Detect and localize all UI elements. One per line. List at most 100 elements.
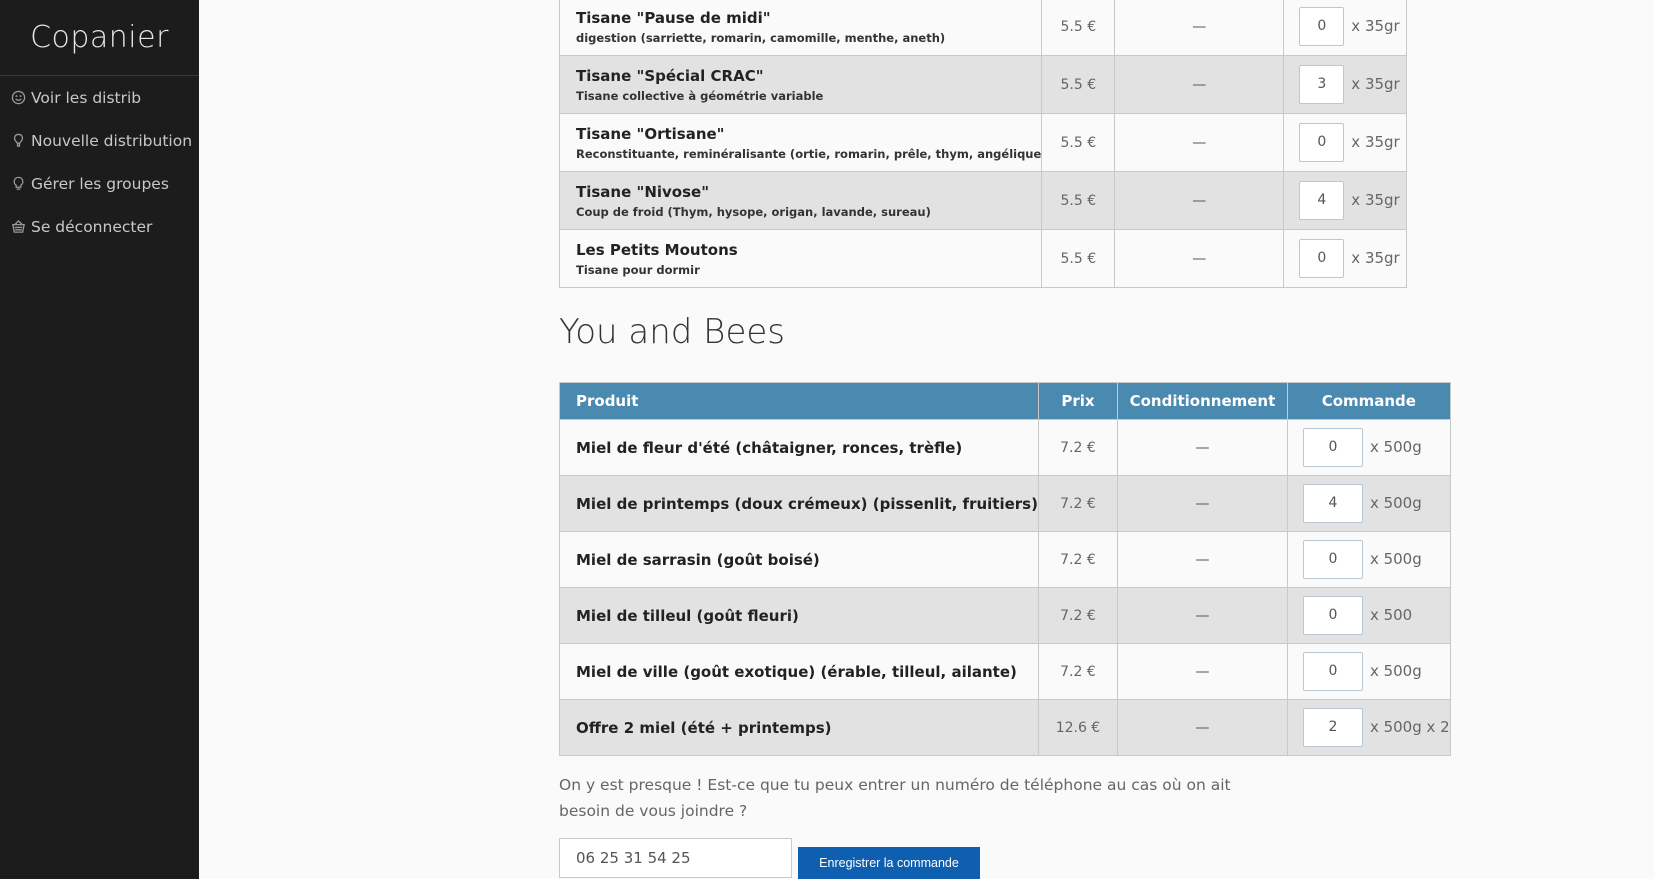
table-row: Tisane "Nivose" Coup de froid (Thym, hys… (558, 171, 1408, 230)
product-packaging: — (1114, 171, 1285, 230)
product-name: Tisane "Spécial CRAC" (576, 66, 764, 85)
column-header-product: Produit (559, 382, 1039, 420)
unit-label: x 500g x 2 (1369, 718, 1450, 736)
product-name: Miel de printemps (doux crémeux) (pissen… (576, 494, 1038, 513)
product-name-cell: Miel de sarrasin (goût boisé) (559, 531, 1039, 588)
quantity-input[interactable]: 0 (1302, 652, 1363, 691)
quantity-input[interactable]: 4 (1299, 181, 1345, 220)
table-row: Les Petits Moutons Tisane pour dormir 5.… (558, 229, 1408, 288)
unit-label: x 35gr (1351, 191, 1400, 209)
product-name-cell: Miel de tilleul (goût fleuri) (559, 587, 1039, 644)
sidebar-item-gerer-groupes[interactable]: Gérer les groupes (0, 162, 199, 205)
product-packaging: — (1116, 643, 1288, 700)
product-name-cell: Tisane "Nivose" Coup de froid (Thym, hys… (558, 171, 1043, 230)
sidebar: Copanier Voir les distrib Nouvelle distr… (0, 0, 199, 879)
unit-label: x 500g (1369, 662, 1422, 680)
product-name: Miel de fleur d'été (châtaigner, ronces,… (576, 438, 963, 457)
quantity-input[interactable]: 3 (1299, 65, 1345, 104)
product-description: Tisane pour dormir (576, 262, 700, 277)
product-name: Miel de ville (goût exotique) (érable, t… (576, 662, 1017, 681)
product-packaging: — (1114, 0, 1285, 56)
product-price: 5.5 € (1041, 113, 1116, 172)
product-packaging: — (1114, 229, 1285, 288)
sidebar-item-nouvelle-distribution[interactable]: Nouvelle distribution (0, 119, 199, 162)
product-price: 5.5 € (1041, 55, 1116, 114)
product-packaging: — (1114, 55, 1285, 114)
table-header-row: Produit Prix Conditionnement Commande (559, 382, 1451, 420)
product-name-cell: Tisane "Ortisane" Reconstituante, reminé… (558, 113, 1043, 172)
quantity-input[interactable]: 0 (1299, 239, 1345, 278)
table-row: Miel de ville (goût exotique) (érable, t… (559, 643, 1451, 700)
product-name-cell: Tisane "Spécial CRAC" Tisane collective … (558, 55, 1043, 114)
product-packaging: — (1116, 419, 1288, 476)
table-row: Tisane "Spécial CRAC" Tisane collective … (558, 55, 1408, 114)
product-packaging: — (1116, 531, 1288, 588)
balloon-icon (9, 132, 27, 150)
order-cell: 0 x 35gr (1283, 113, 1408, 172)
column-header-price: Prix (1037, 382, 1118, 420)
unit-label: x 35gr (1351, 17, 1400, 35)
submit-order-button[interactable]: Enregistrer la commande (798, 847, 980, 879)
product-name-cell: Tisane "Pause de midi" digestion (sarrie… (558, 0, 1043, 56)
quantity-input[interactable]: 0 (1302, 428, 1363, 467)
product-name: Tisane "Ortisane" (576, 124, 725, 143)
column-header-packaging: Conditionnement (1116, 382, 1288, 420)
quantity-input[interactable]: 0 (1302, 596, 1363, 635)
order-cell: 2 x 500g x 2 (1286, 699, 1451, 756)
product-price: 7.2 € (1037, 587, 1118, 644)
product-name: Tisane "Pause de midi" (576, 8, 771, 27)
product-description: Coup de froid (Thym, hysope, origan, lav… (576, 204, 931, 219)
product-name-cell: Miel de fleur d'été (châtaigner, ronces,… (559, 419, 1039, 476)
unit-label: x 500g (1369, 438, 1422, 456)
supplier-title: You and Bees (559, 312, 785, 352)
table-row: Miel de printemps (doux crémeux) (pissen… (559, 475, 1451, 532)
column-header-order: Commande (1286, 382, 1451, 420)
sidebar-item-label: Nouvelle distribution (31, 131, 193, 150)
quantity-input[interactable]: 4 (1302, 484, 1363, 523)
unit-label: x 35gr (1351, 75, 1400, 93)
product-table-tisanes: Tisane "Pause de midi" digestion (sarrie… (558, 0, 1408, 288)
table-row: Miel de fleur d'été (châtaigner, ronces,… (559, 419, 1451, 476)
unit-label: x 500g (1369, 550, 1422, 568)
product-description: digestion (sarriette, romarin, camomille… (576, 30, 946, 45)
order-cell: 4 x 500g (1286, 475, 1451, 532)
product-name-cell: Offre 2 miel (été + printemps) (559, 699, 1039, 756)
order-cell: 0 x 500g (1286, 531, 1451, 588)
order-cell: 0 x 35gr (1283, 0, 1408, 56)
basket-icon (9, 218, 27, 236)
product-price: 5.5 € (1041, 0, 1116, 56)
product-name-cell: Les Petits Moutons Tisane pour dormir (558, 229, 1043, 288)
quantity-input[interactable]: 2 (1302, 708, 1363, 747)
phone-input[interactable]: 06 25 31 54 25 (559, 838, 792, 878)
order-cell: 0 x 500g (1286, 643, 1451, 700)
order-cell: 0 x 500 (1286, 587, 1451, 644)
sidebar-item-deconnecter[interactable]: Se déconnecter (0, 205, 199, 248)
product-price: 5.5 € (1041, 171, 1116, 230)
sidebar-item-label: Gérer les groupes (31, 174, 169, 193)
order-cell: 0 x 500g (1286, 419, 1451, 476)
product-name: Miel de tilleul (goût fleuri) (576, 606, 799, 625)
order-cell: 0 x 35gr (1283, 229, 1408, 288)
product-description: Tisane collective à géométrie variable (576, 88, 824, 103)
sidebar-item-voir-distrib[interactable]: Voir les distrib (0, 76, 199, 119)
product-packaging: — (1116, 699, 1288, 756)
product-packaging: — (1116, 587, 1288, 644)
product-price: 7.2 € (1037, 419, 1118, 476)
unit-label: x 500 (1369, 606, 1413, 624)
product-price: 7.2 € (1037, 475, 1118, 532)
table-row: Miel de tilleul (goût fleuri) 7.2 € — 0x… (559, 587, 1451, 644)
table-row: Tisane "Ortisane" Reconstituante, reminé… (558, 113, 1408, 172)
table-row: Offre 2 miel (été + printemps) 12.6 € — … (559, 699, 1451, 756)
product-name: Offre 2 miel (été + printemps) (576, 718, 832, 737)
unit-label: x 35gr (1351, 133, 1400, 151)
product-name: Les Petits Moutons (576, 240, 738, 259)
lightbulb-icon (9, 175, 27, 193)
quantity-input[interactable]: 0 (1299, 123, 1345, 162)
quantity-input[interactable]: 0 (1299, 7, 1345, 46)
order-cell: 4 x 35gr (1283, 171, 1408, 230)
sidebar-item-label: Se déconnecter (31, 217, 153, 236)
table-row: Miel de sarrasin (goût boisé) 7.2 € — 0x… (559, 531, 1451, 588)
sidebar-item-label: Voir les distrib (31, 88, 142, 107)
brand-logo[interactable]: Copanier (0, 0, 199, 76)
quantity-input[interactable]: 0 (1302, 540, 1363, 579)
